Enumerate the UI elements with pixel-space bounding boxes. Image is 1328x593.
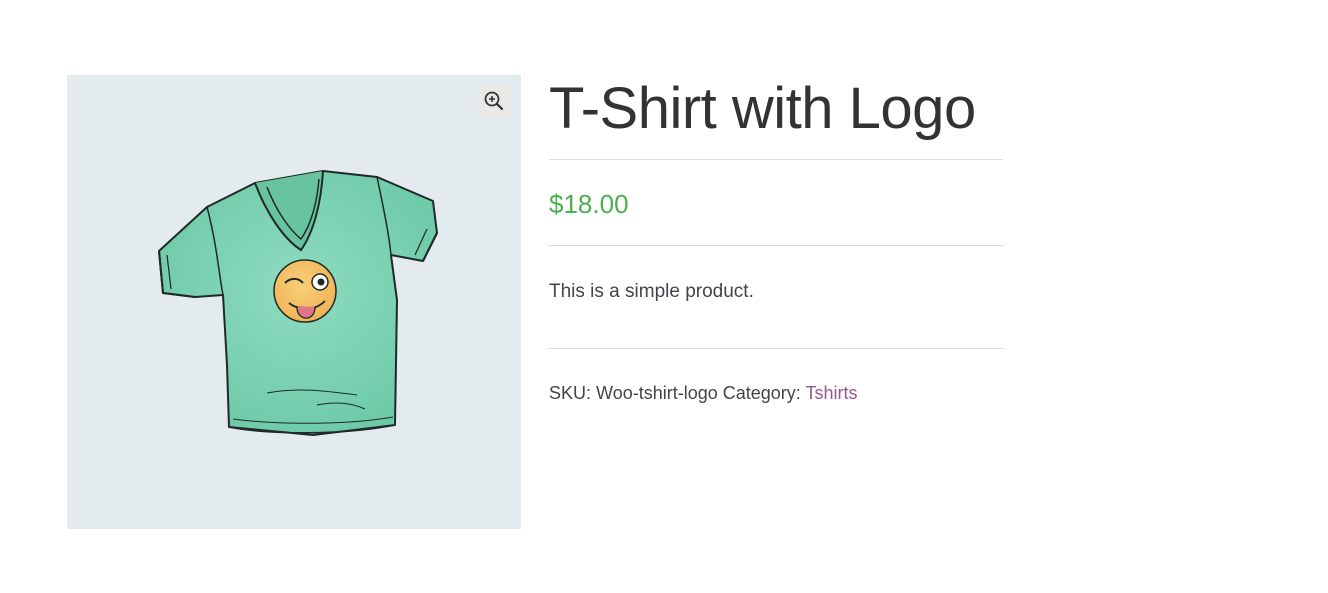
product-summary: T-Shirt with Logo $18.00 This is a simpl… (549, 75, 1003, 437)
product-description: This is a simple product. (549, 281, 754, 302)
product-meta: SKU: Woo-tshirt-logo Category: Tshirts (549, 349, 1003, 437)
sku-value: Woo-tshirt-logo (596, 383, 718, 403)
product-image[interactable] (67, 75, 521, 529)
category-label: Category: (722, 383, 801, 403)
category-link-tshirts[interactable]: Tshirts (806, 383, 858, 403)
zoom-button[interactable] (478, 85, 510, 117)
sku-label: SKU: (549, 383, 592, 403)
product-title: T-Shirt with Logo (549, 76, 976, 141)
product-page: T-Shirt with Logo $18.00 This is a simpl… (0, 0, 1328, 593)
zoom-in-icon (484, 91, 504, 111)
product-gallery (67, 75, 521, 529)
product-price: $18.00 (549, 189, 629, 219)
